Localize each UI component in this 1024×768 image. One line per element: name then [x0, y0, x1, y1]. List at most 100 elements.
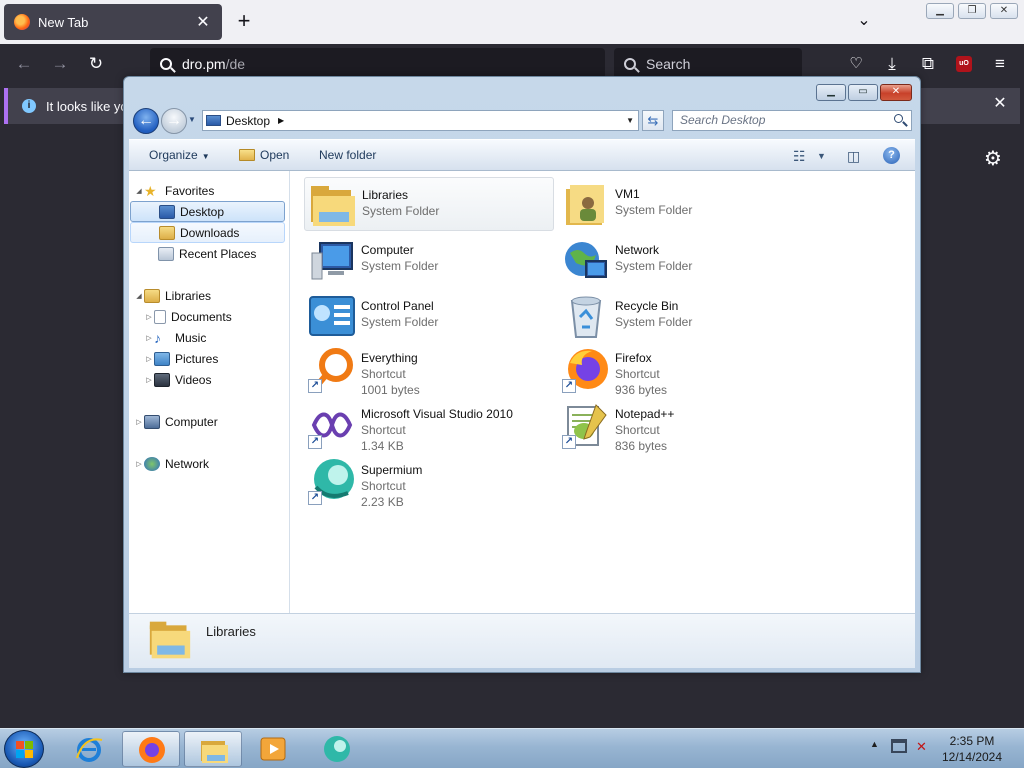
show-hidden-icons-icon[interactable]: ▲ [870, 739, 879, 749]
file-item-control-panel[interactable]: Control Panel System Folder [304, 289, 554, 343]
system-clock[interactable]: 2:35 PM 12/14/2024 [932, 733, 1012, 765]
change-view-icon[interactable]: ☷ [793, 148, 806, 165]
file-name: Computer [361, 243, 414, 257]
expanded-arrow-icon[interactable]: ◢ [134, 292, 144, 300]
file-item-computer[interactable]: Computer System Folder [304, 233, 554, 287]
collapsed-arrow-icon[interactable]: ▷ [144, 376, 154, 384]
browser-tab-bar: New Tab ✕ + ⌄ ▁ ❐ ✕ [0, 0, 1024, 44]
system-close-button[interactable]: ✕ [990, 3, 1018, 19]
taskbar-explorer[interactable] [184, 731, 242, 767]
expanded-arrow-icon[interactable]: ◢ [134, 187, 144, 195]
crumb-chevron-icon[interactable]: ▶ [278, 116, 284, 125]
internet-explorer-icon [76, 738, 103, 762]
help-icon[interactable]: ? [883, 147, 900, 164]
taskbar-supermium[interactable] [308, 731, 366, 767]
desktop-small-icon [206, 115, 221, 126]
file-item-vm1[interactable]: VM1 System Folder [558, 177, 808, 231]
start-button[interactable] [4, 730, 44, 768]
shortcut-arrow-icon: ↗ [308, 379, 322, 393]
collapsed-arrow-icon[interactable]: ▷ [144, 334, 154, 342]
file-item-firefox[interactable]: ↗ Firefox Shortcut 936 bytes [558, 341, 808, 397]
tree-network[interactable]: ▷ Network [134, 453, 289, 474]
collapsed-arrow-icon[interactable]: ▷ [134, 460, 144, 468]
new-tab-plus-icon[interactable]: + [232, 10, 256, 34]
file-name: Everything [361, 351, 418, 365]
address-bar[interactable]: Desktop ▶ ▼ [202, 110, 639, 131]
shortcut-arrow-icon: ↗ [308, 435, 322, 449]
file-type: Shortcut [615, 423, 660, 437]
file-item-everything[interactable]: ↗ Everything Shortcut 1001 bytes [304, 341, 554, 397]
tree-videos[interactable]: ▷ Videos [144, 369, 299, 390]
pocket-icon[interactable]: ♡ [844, 52, 868, 76]
media-player-icon [260, 737, 286, 761]
tree-recent-places[interactable]: Recent Places [130, 243, 285, 264]
network-tray-icon[interactable] [891, 739, 907, 753]
clock-time: 2:35 PM [949, 734, 995, 748]
file-item-network[interactable]: Network System Folder [558, 233, 808, 287]
url-host: dro.pm [182, 56, 226, 72]
gear-icon[interactable]: ⚙ [982, 148, 1004, 170]
tree-label: Music [175, 330, 207, 345]
file-name: Network [615, 243, 660, 257]
back-arrow-icon[interactable]: ← [12, 52, 36, 76]
tree-libraries[interactable]: ◢ Libraries [134, 285, 289, 306]
tree-label: Desktop [180, 204, 225, 219]
menu-hamburger-icon[interactable]: ≡ [988, 52, 1012, 76]
notification-close-icon[interactable]: ✕ [990, 94, 1010, 114]
volume-muted-icon[interactable]: ✕ [916, 739, 932, 755]
system-restore-button[interactable]: ❐ [958, 3, 986, 19]
file-item-recycle-bin[interactable]: Recycle Bin System Folder [558, 289, 808, 343]
file-item-notepad-plus-plus[interactable]: ↗ Notepad++ Shortcut 836 bytes [558, 397, 808, 453]
tab-close-icon[interactable]: ✕ [194, 12, 212, 32]
tree-desktop[interactable]: Desktop [130, 201, 285, 222]
address-crumb-desktop[interactable]: Desktop [226, 114, 270, 128]
explorer-forward-button[interactable]: → [161, 108, 187, 134]
taskbar-media-player[interactable] [244, 731, 302, 767]
network-globe-icon [565, 242, 607, 278]
reload-icon[interactable]: ↻ [84, 52, 108, 76]
search-icon [624, 58, 636, 70]
file-size: 1001 bytes [361, 383, 420, 397]
taskbar-internet-explorer[interactable] [60, 731, 118, 767]
organize-button[interactable]: Organize ▼ [149, 148, 210, 162]
refresh-button[interactable]: ⇆ [642, 110, 664, 131]
collapsed-arrow-icon[interactable]: ▷ [134, 418, 144, 426]
open-button[interactable]: Open [239, 148, 289, 162]
tree-computer[interactable]: ▷ Computer [134, 411, 289, 432]
file-item-supermium[interactable]: ↗ Supermium Shortcut 2.23 KB [304, 453, 554, 509]
tree-pictures[interactable]: ▷ Pictures [144, 348, 299, 369]
system-minimize-button[interactable]: ▁ [926, 3, 954, 19]
file-size: 836 bytes [615, 439, 668, 453]
file-item-visual-studio[interactable]: ↗ Microsoft Visual Studio 2010 Shortcut … [304, 397, 554, 453]
file-name: Microsoft Visual Studio 2010 [361, 407, 513, 421]
window-minimize-button[interactable]: ▁ [816, 84, 846, 101]
file-name: Recycle Bin [615, 299, 679, 313]
file-item-libraries[interactable]: Libraries System Folder [304, 177, 554, 231]
taskbar-firefox[interactable] [122, 731, 180, 767]
view-options-dropdown-icon[interactable]: ▼ [817, 151, 826, 161]
tree-downloads[interactable]: Downloads [130, 222, 285, 243]
collapsed-arrow-icon[interactable]: ▷ [144, 355, 154, 363]
search-icon[interactable] [894, 114, 903, 123]
tree-favorites[interactable]: ◢ ★ Favorites [134, 180, 289, 201]
info-icon: i [22, 99, 36, 113]
explorer-search-input[interactable]: Search Desktop [672, 110, 912, 131]
tree-music[interactable]: ▷ ♪ Music [144, 327, 299, 348]
window-close-button[interactable]: ✕ [880, 84, 912, 101]
window-maximize-button[interactable]: ▭ [848, 84, 878, 101]
tree-documents[interactable]: ▷ Documents [144, 306, 299, 327]
preview-pane-icon[interactable]: ◫ [847, 148, 860, 165]
collapsed-arrow-icon[interactable]: ▷ [144, 313, 154, 321]
list-all-tabs-chevron-icon[interactable]: ⌄ [852, 10, 876, 34]
firefox-icon [139, 737, 165, 763]
recent-pages-dropdown-icon[interactable]: ▼ [188, 115, 198, 125]
ublock-origin-icon[interactable]: uO [956, 56, 972, 72]
explorer-back-button[interactable]: ← [133, 108, 159, 134]
new-folder-button[interactable]: New folder [319, 148, 376, 162]
file-name: Libraries [362, 188, 409, 202]
address-dropdown-icon[interactable]: ▼ [626, 116, 634, 125]
browser-tab-new-tab[interactable]: New Tab ✕ [4, 4, 222, 40]
downloads-icon[interactable]: ⤓ [880, 52, 904, 76]
extensions-icon[interactable]: ⧉ [916, 52, 940, 76]
forward-arrow-icon[interactable]: → [48, 52, 72, 76]
